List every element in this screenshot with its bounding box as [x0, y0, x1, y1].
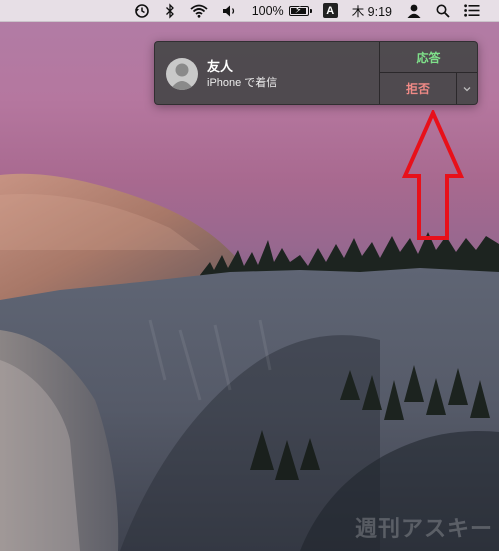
user-icon[interactable] — [399, 0, 429, 22]
input-source-icon: A — [322, 3, 338, 18]
up-arrow-icon — [402, 110, 464, 240]
accept-button[interactable]: 応答 — [380, 42, 477, 73]
charging-bolt-icon: ⚡ — [294, 4, 302, 16]
time-machine-icon[interactable] — [127, 0, 157, 22]
notification-actions: 応答 拒否 — [379, 42, 477, 104]
input-source-menu[interactable]: A — [316, 0, 345, 22]
caller-name: 友人 — [207, 59, 234, 74]
volume-icon[interactable] — [215, 0, 245, 22]
bluetooth-icon[interactable] — [157, 0, 183, 22]
notification-center-icon[interactable] — [457, 0, 487, 22]
battery-status[interactable]: 100% ⚡ — [245, 0, 316, 22]
incoming-call-notification[interactable]: 友人 iPhone で着信 応答 拒否 — [154, 41, 478, 105]
menubar-clock[interactable]: 木 9:19 — [345, 0, 399, 22]
person-icon — [166, 58, 198, 90]
battery-percent: 100% — [251, 3, 284, 18]
watermark-logo: 週刊アスキー — [354, 517, 493, 542]
wifi-icon[interactable] — [183, 0, 215, 22]
decline-button[interactable]: 拒否 — [380, 73, 456, 104]
menu-bar: 100% ⚡ A 木 9:19 — [0, 0, 499, 22]
chevron-down-icon[interactable] — [456, 73, 477, 104]
battery-icon: ⚡ — [288, 4, 312, 16]
call-source: iPhone で着信 — [207, 77, 278, 89]
spotlight-icon[interactable] — [429, 0, 457, 22]
